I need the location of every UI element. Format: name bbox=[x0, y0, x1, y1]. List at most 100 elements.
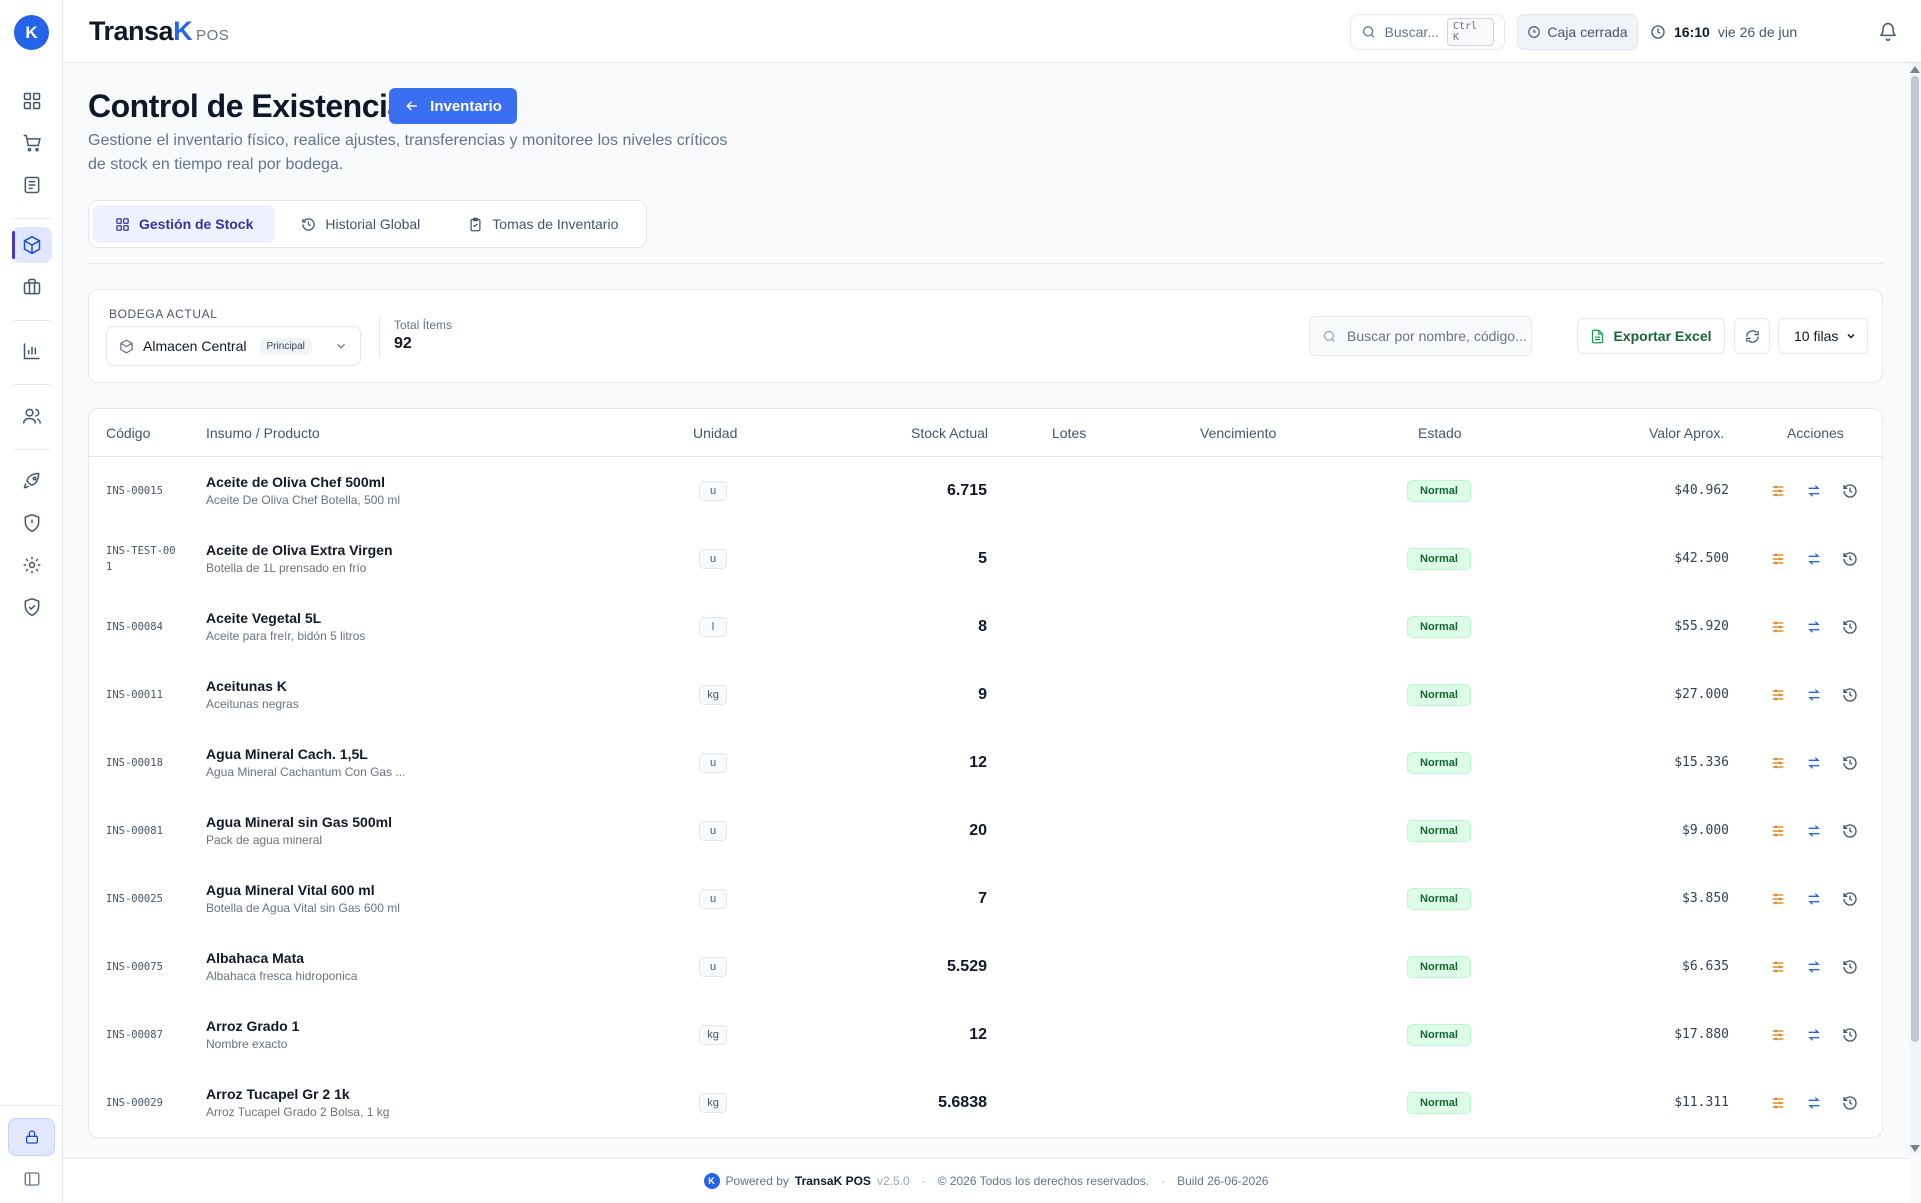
scrollbar-thumb[interactable] bbox=[1911, 76, 1919, 1042]
sidebar-item-launch[interactable] bbox=[12, 463, 52, 499]
tab-inventory-counts[interactable]: Tomas de Inventario bbox=[446, 205, 640, 243]
table-row[interactable]: INS-00011 Aceitunas K Aceitunas negras kg 9 N… bbox=[89, 661, 1882, 729]
table-row[interactable]: INS-00015 Aceite de Oliva Chef 500ml Aceit… bbox=[89, 457, 1882, 525]
product-name[interactable]: Agua Mineral Cach. 1,5L bbox=[206, 746, 405, 762]
adjust-stock-icon[interactable] bbox=[1770, 755, 1786, 771]
footer-separator: · bbox=[1161, 1174, 1166, 1188]
header-product[interactable]: Insumo / Producto bbox=[206, 425, 320, 441]
transfer-icon[interactable] bbox=[1806, 1095, 1822, 1111]
product-cell: Arroz Tucapel Gr 2 1k Arroz Tucapel Grado… bbox=[206, 1086, 389, 1119]
header-unit[interactable]: Unidad bbox=[693, 425, 737, 441]
header-code[interactable]: Código bbox=[106, 425, 150, 441]
adjust-stock-icon[interactable] bbox=[1770, 823, 1786, 839]
adjust-stock-icon[interactable] bbox=[1770, 619, 1786, 635]
brand-logo[interactable]: TransaK POS bbox=[89, 16, 229, 47]
history-icon[interactable] bbox=[1842, 959, 1858, 975]
transfer-icon[interactable] bbox=[1806, 755, 1822, 771]
transfer-icon[interactable] bbox=[1806, 959, 1822, 975]
header-lots[interactable]: Lotes bbox=[1052, 425, 1086, 441]
dashboard-icon bbox=[23, 92, 41, 110]
back-to-inventory-button[interactable]: Inventario bbox=[389, 88, 517, 124]
product-name[interactable]: Agua Mineral sin Gas 500ml bbox=[206, 814, 392, 830]
warehouse-select[interactable]: Almacen Central Principal bbox=[106, 326, 361, 366]
table-row[interactable]: INS-TEST-001 Aceite de Oliva Extra Virgen… bbox=[89, 525, 1882, 593]
header-expiry[interactable]: Vencimiento bbox=[1200, 425, 1276, 441]
history-icon[interactable] bbox=[1842, 755, 1858, 771]
refresh-button[interactable] bbox=[1734, 318, 1770, 354]
lock-button[interactable] bbox=[8, 1118, 55, 1156]
history-icon[interactable] bbox=[1842, 483, 1858, 499]
adjust-stock-icon[interactable] bbox=[1770, 551, 1786, 567]
table-row[interactable]: INS-00025 Agua Mineral Vital 600 ml Botell… bbox=[89, 865, 1882, 933]
unit-badge: u bbox=[699, 481, 727, 501]
transfer-icon[interactable] bbox=[1806, 823, 1822, 839]
sidebar-item-purchases[interactable] bbox=[12, 269, 52, 305]
product-search-input[interactable]: Buscar por nombre, código... bbox=[1309, 316, 1532, 356]
product-name[interactable]: Agua Mineral Vital 600 ml bbox=[206, 882, 400, 898]
sidebar-item-documents[interactable] bbox=[12, 167, 52, 203]
header-status[interactable]: Estado bbox=[1418, 425, 1462, 441]
bell-icon[interactable] bbox=[1878, 22, 1898, 42]
sidebar-item-settings[interactable] bbox=[12, 547, 52, 583]
sidebar-toggle-icon[interactable] bbox=[22, 1170, 42, 1188]
transfer-icon[interactable] bbox=[1806, 619, 1822, 635]
adjust-stock-icon[interactable] bbox=[1770, 959, 1786, 975]
app-logo[interactable]: K bbox=[14, 15, 49, 50]
table-row[interactable]: INS-00029 Arroz Tucapel Gr 2 1k Arroz Tuca… bbox=[89, 1069, 1882, 1137]
sidebar-item-sales[interactable] bbox=[12, 125, 52, 161]
history-icon[interactable] bbox=[1842, 823, 1858, 839]
header-stock[interactable]: Stock Actual bbox=[911, 425, 988, 441]
transfer-icon[interactable] bbox=[1806, 551, 1822, 567]
table-row[interactable]: INS-00081 Agua Mineral sin Gas 500ml Pack … bbox=[89, 797, 1882, 865]
tab-stock-management[interactable]: Gestión de Stock bbox=[93, 205, 276, 243]
transfer-icon[interactable] bbox=[1806, 891, 1822, 907]
product-name[interactable]: Aceitunas K bbox=[206, 678, 299, 694]
header-value[interactable]: Valor Aprox. bbox=[1649, 425, 1724, 441]
sidebar-item-users[interactable] bbox=[12, 398, 52, 434]
adjust-stock-icon[interactable] bbox=[1770, 483, 1786, 499]
sidebar-item-security[interactable] bbox=[12, 505, 52, 541]
product-name[interactable]: Aceite de Oliva Chef 500ml bbox=[206, 474, 400, 490]
product-name[interactable]: Arroz Grado 1 bbox=[206, 1018, 299, 1034]
product-name[interactable]: Albahaca Mata bbox=[206, 950, 357, 966]
tab-bar: Gestión de Stock Historial Global Tomas … bbox=[88, 200, 647, 248]
product-code: INS-00075 bbox=[106, 961, 163, 973]
history-icon[interactable] bbox=[1842, 1027, 1858, 1043]
tab-global-history[interactable]: Historial Global bbox=[279, 205, 442, 243]
adjust-stock-icon[interactable] bbox=[1770, 891, 1786, 907]
product-name[interactable]: Arroz Tucapel Gr 2 1k bbox=[206, 1086, 389, 1102]
table-row[interactable]: INS-00075 Albahaca Mata Albahaca fresca hi… bbox=[89, 933, 1882, 1001]
history-icon[interactable] bbox=[1842, 619, 1858, 635]
history-icon[interactable] bbox=[1842, 1095, 1858, 1111]
approx-value: $55.920 bbox=[1674, 619, 1729, 634]
tab-label: Historial Global bbox=[325, 216, 421, 232]
adjust-stock-icon[interactable] bbox=[1770, 687, 1786, 703]
sidebar-item-dashboard[interactable] bbox=[12, 83, 52, 119]
rows-per-page-select[interactable]: 10 filas bbox=[1778, 318, 1868, 354]
table-row[interactable]: INS-00087 Arroz Grado 1 Nombre exacto kg 12 N… bbox=[89, 1001, 1882, 1069]
table-row[interactable]: INS-00018 Agua Mineral Cach. 1,5L Agua Min… bbox=[89, 729, 1882, 797]
sidebar-item-reports[interactable] bbox=[12, 333, 52, 369]
table-row[interactable]: INS-00084 Aceite Vegetal 5L Aceite para fr… bbox=[89, 593, 1882, 661]
transfer-icon[interactable] bbox=[1806, 1027, 1822, 1043]
cash-status-label: Caja cerrada bbox=[1547, 24, 1628, 40]
history-icon[interactable] bbox=[1842, 551, 1858, 567]
approx-value: $6.635 bbox=[1682, 959, 1729, 974]
adjust-stock-icon[interactable] bbox=[1770, 1027, 1786, 1043]
transfer-icon[interactable] bbox=[1806, 687, 1822, 703]
product-name[interactable]: Aceite Vegetal 5L bbox=[206, 610, 365, 626]
export-excel-button[interactable]: Exportar Excel bbox=[1577, 318, 1725, 354]
global-search[interactable]: Buscar... Ctrl K bbox=[1350, 14, 1505, 50]
product-name[interactable]: Aceite de Oliva Extra Virgen bbox=[206, 542, 393, 558]
sidebar-item-compliance[interactable] bbox=[12, 589, 52, 625]
transfer-icon[interactable] bbox=[1806, 483, 1822, 499]
scroll-down-arrow[interactable] bbox=[1910, 1145, 1920, 1152]
adjust-stock-icon[interactable] bbox=[1770, 1095, 1786, 1111]
cash-register-status[interactable]: Caja cerrada bbox=[1517, 14, 1638, 50]
history-icon[interactable] bbox=[1842, 687, 1858, 703]
sidebar-item-inventory[interactable] bbox=[12, 227, 52, 263]
history-icon[interactable] bbox=[1842, 891, 1858, 907]
brand-suffix: POS bbox=[196, 27, 230, 44]
rocket-icon bbox=[23, 472, 40, 489]
scroll-up-arrow[interactable] bbox=[1910, 66, 1920, 73]
